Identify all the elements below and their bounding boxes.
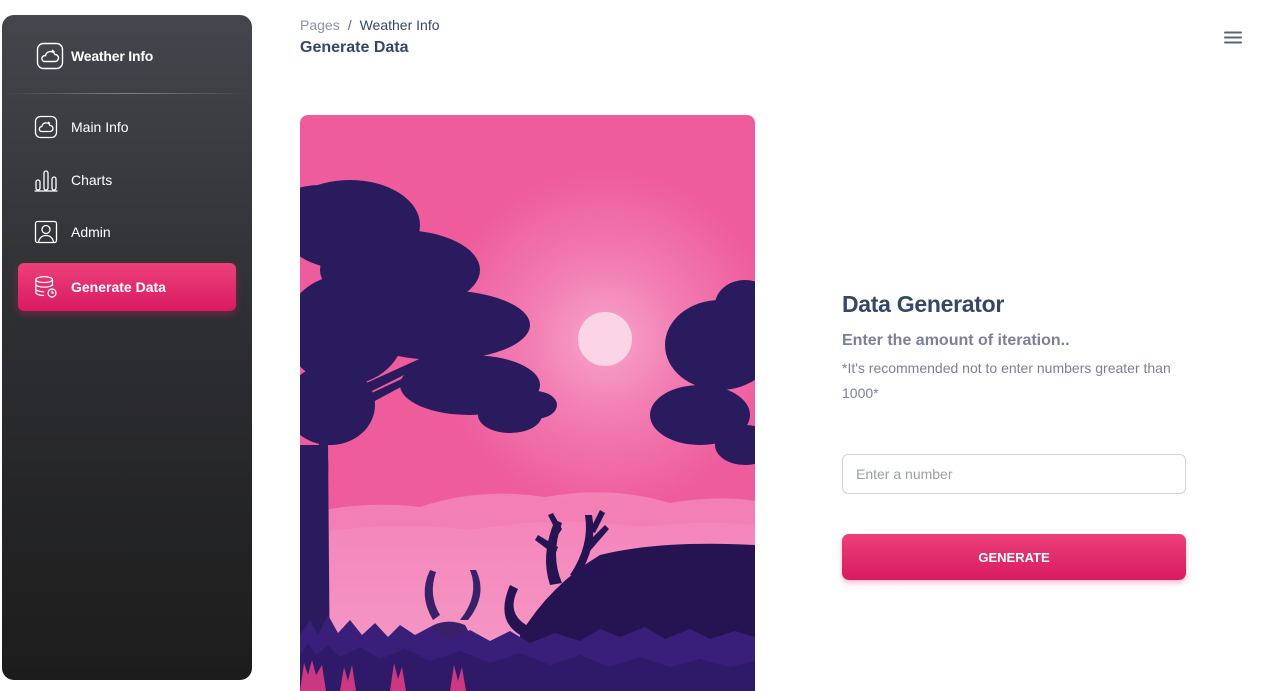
breadcrumb: Pages / Weather Info	[300, 17, 440, 33]
iteration-number-input[interactable]	[842, 454, 1186, 494]
brand[interactable]: Weather Info	[36, 42, 153, 70]
cloud-icon	[34, 115, 58, 139]
breadcrumb-current: Weather Info	[359, 17, 440, 33]
sidebar-item-main-info[interactable]: Main Info	[18, 103, 236, 151]
sidebar-item-charts[interactable]: Charts	[18, 156, 236, 204]
sidebar-item-generate-data[interactable]: Generate Data	[18, 263, 236, 311]
sidebar-divider	[2, 93, 252, 94]
hamburger-menu-icon[interactable]	[1223, 30, 1243, 46]
generator-note: *It's recommended not to enter numbers g…	[842, 360, 1171, 401]
cloud-sun-icon	[36, 42, 64, 70]
bar-chart-icon	[34, 168, 58, 192]
database-icon	[34, 275, 58, 299]
user-icon	[34, 220, 58, 244]
generator-subtitle: Enter the amount of iteration..	[842, 332, 1070, 349]
breadcrumb-separator: /	[347, 17, 352, 33]
generate-button[interactable]: GENERATE	[842, 534, 1186, 580]
generator-title: Data Generator	[842, 291, 1004, 317]
page-title: Generate Data	[300, 39, 409, 56]
sidebar-item-label: Main Info	[71, 119, 129, 135]
sidebar-item-label: Charts	[71, 172, 113, 188]
sidebar-item-admin[interactable]: Admin	[18, 208, 236, 256]
sidebar: Weather Info Main Info Charts Admin Gene…	[2, 15, 252, 680]
sidebar-item-label: Generate Data	[71, 279, 166, 295]
illustration-deer-sunset	[300, 115, 755, 691]
brand-label: Weather Info	[71, 48, 154, 64]
breadcrumb-root[interactable]: Pages	[300, 17, 340, 33]
sidebar-item-label: Admin	[71, 224, 111, 240]
